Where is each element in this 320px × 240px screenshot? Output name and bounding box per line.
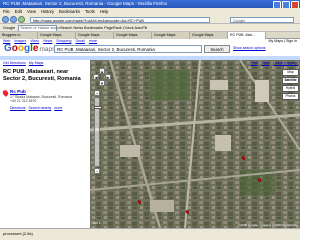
browser-tab[interactable]: Google Maps [114, 32, 152, 39]
browser-tab[interactable]: Google Maps [38, 32, 76, 39]
phone-number: +40 21 312 4570 [10, 99, 37, 103]
pan-down-icon[interactable]: ▼ [99, 80, 105, 86]
close-icon[interactable] [291, 1, 299, 8]
satellite-imagery [90, 60, 300, 228]
more-link[interactable]: more [54, 106, 62, 110]
zoom-thumb[interactable] [93, 106, 102, 109]
pan-right-icon[interactable]: ▶ [105, 74, 111, 80]
menu-tools[interactable]: Tools [85, 8, 95, 15]
send-link[interactable]: Send [261, 61, 269, 65]
web-search-input[interactable]: Google [230, 16, 294, 23]
menu-view[interactable]: View [27, 8, 36, 15]
back-icon[interactable] [2, 16, 9, 23]
status-bar: processed (2.8s) [0, 228, 300, 240]
browser-tab[interactable]: Google Maps [76, 32, 114, 39]
map-scale: 200 ft [93, 221, 101, 225]
browser-tab[interactable]: Google Maps [152, 32, 190, 39]
top-link-shopping[interactable]: Shopping [56, 39, 71, 43]
search-nearby-link[interactable]: Search nearby [29, 106, 52, 110]
result-address: 17 Strada Matasari, Bucuresti, Romania +… [10, 95, 88, 103]
map-type-buttons: Map Satellite Hybrid Photos [282, 69, 299, 100]
window-title-bar: RC PUB ,Mataasari, Sector 2, Bucuresti, … [0, 0, 300, 8]
print-link[interactable]: Print [250, 61, 257, 65]
maps-search-input[interactable]: RC PUB ,Mataasari, Sector 2, Bucuresti, … [54, 45, 202, 53]
toolbar-item[interactable]: Bookmarks [84, 26, 103, 30]
zoom-out-icon[interactable]: − [94, 168, 100, 174]
map-link-bar: Print Send Link to this page [247, 61, 298, 65]
google-toolbar: Google Search or Harbor scope Search New… [0, 24, 300, 32]
forward-icon[interactable] [10, 16, 17, 23]
window-title: RC PUB ,Mataasari, Sector 2, Bucuresti, … [3, 1, 168, 6]
menu-history[interactable]: History [41, 8, 54, 15]
toolbar-item[interactable]: Search [60, 26, 72, 30]
google-maps-logo[interactable]: Googlemaps [4, 44, 55, 55]
marker-a-icon [1, 89, 10, 97]
navigation-toolbar: http://maps.google.com/maps?f=q&hl=en&ge… [0, 15, 300, 24]
map-type-satellite[interactable]: Satellite [282, 77, 299, 84]
minimize-icon[interactable] [273, 1, 281, 8]
google-toolbar-label: Google [3, 26, 16, 30]
toolbar-item[interactable]: News [73, 26, 83, 30]
browser-tab-active[interactable]: RC PUB ,Mat... [228, 32, 266, 39]
toolbar-item[interactable]: PageRank [104, 26, 122, 30]
google-toolbar-search[interactable]: Search or Harbor scope [18, 24, 61, 31]
result-actions: Directions Search nearby more [10, 106, 64, 110]
result-name-link[interactable]: Rc Pub [10, 89, 26, 94]
map-copyright: ©2008 Google - Imagery ©2008 DigitalGlob… [238, 223, 298, 227]
zoom-in-icon[interactable]: + [94, 90, 100, 96]
account-links[interactable]: My Maps | Sign in [269, 39, 298, 44]
link-to-page-link[interactable]: Link to this page [273, 61, 298, 65]
zoom-slider[interactable] [93, 97, 102, 167]
browser-tab[interactable]: Google Maps [190, 32, 228, 39]
map-type-photos[interactable]: Photos [282, 93, 299, 100]
tab-strip: Bloggers.ro Google Maps Google Maps Goog… [0, 32, 300, 39]
satellite-map[interactable]: Print Send Link to this page ▲ ◀ ▶ ▼ + −… [90, 60, 300, 228]
show-search-options-link[interactable]: Show search options [233, 46, 266, 50]
results-panel: Get Directions My Maps RC PUB ,Mataasari… [0, 60, 90, 228]
top-link-more[interactable]: more [89, 39, 97, 43]
menu-help[interactable]: Help [100, 8, 109, 15]
top-link-gmail[interactable]: Gmail [75, 39, 84, 43]
browser-tab[interactable]: Bloggers.ro [0, 32, 38, 39]
maximize-icon[interactable] [282, 1, 290, 8]
my-maps-link[interactable]: My Maps [29, 61, 44, 65]
place-title: RC PUB ,Mataasari, near Sector 2, Bucure… [3, 69, 81, 82]
map-type-map[interactable]: Map [282, 69, 299, 76]
get-directions-link[interactable]: Get Directions [3, 61, 26, 65]
menu-edit[interactable]: Edit [15, 8, 22, 15]
menu-bookmarks[interactable]: Bookmarks [59, 8, 80, 15]
menu-file[interactable]: File [3, 8, 10, 15]
toolbar-item[interactable]: AutoFill [135, 26, 148, 30]
reload-icon[interactable] [18, 16, 25, 23]
top-link-news[interactable]: News [43, 39, 52, 43]
map-type-hybrid[interactable]: Hybrid [282, 85, 299, 92]
toolbar-item[interactable]: Check [123, 26, 134, 30]
menu-bar: File Edit View History Bookmarks Tools H… [0, 8, 300, 15]
directions-link[interactable]: Directions [10, 106, 26, 110]
panel-links: Get Directions My Maps [3, 61, 45, 65]
search-maps-button[interactable]: Search Maps [204, 45, 230, 60]
status-text: processed (2.8s) [3, 231, 33, 236]
url-bar[interactable]: http://maps.google.com/maps?f=q&hl=en&ge… [30, 16, 210, 23]
